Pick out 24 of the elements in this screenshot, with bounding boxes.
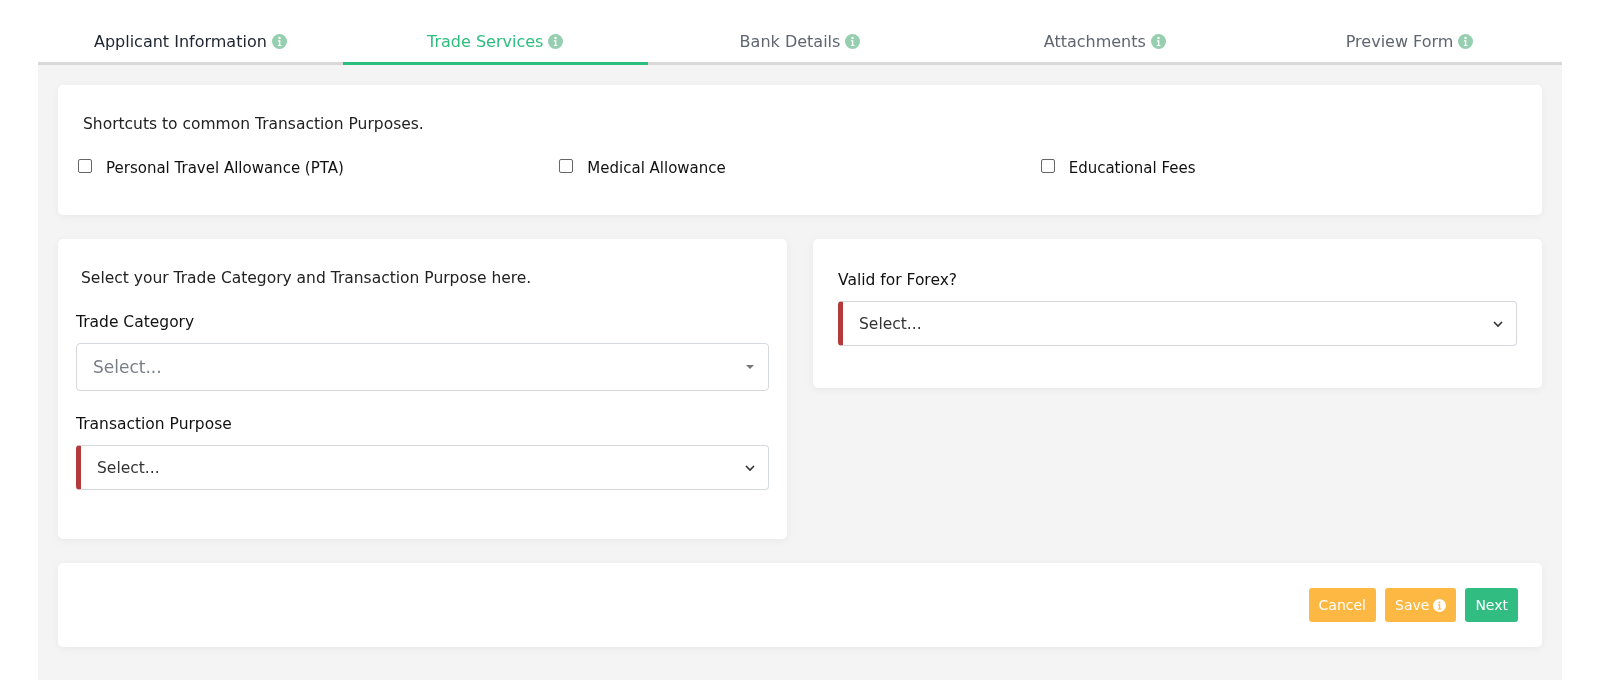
checkbox[interactable] — [559, 159, 574, 173]
select-field[interactable]: Select... — [76, 343, 769, 391]
checkbox[interactable] — [1040, 159, 1055, 173]
field-label: Transaction Purpose — [76, 415, 233, 433]
card-title: Shortcuts to common Transaction Purposes. — [82, 115, 425, 133]
info-icon — [1433, 598, 1447, 612]
select-field[interactable]: Select... — [838, 301, 1517, 346]
checkbox-label[interactable]: Educational Fees — [1068, 159, 1196, 177]
field-label: Trade Category — [76, 313, 196, 331]
select-field[interactable]: Select... — [76, 445, 769, 490]
info-icon — [1150, 33, 1166, 49]
info-icon — [845, 33, 861, 49]
checkbox-label[interactable]: Medical Allowance — [587, 159, 726, 177]
info-icon — [548, 33, 564, 49]
info-icon — [271, 33, 287, 49]
info-icon — [1458, 33, 1474, 49]
card-title: Select your Trade Category and Transaction Purpose here. — [80, 269, 533, 287]
tab[interactable]: Bank Details — [647, 0, 953, 65]
tab[interactable]: Applicant Information — [38, 0, 343, 65]
field-label: Valid for Forex? — [838, 271, 959, 289]
tab[interactable]: Preview Form — [1257, 0, 1562, 65]
checkbox-label[interactable]: Personal Travel Allowance (PTA) — [106, 159, 344, 177]
checkbox[interactable] — [78, 159, 92, 173]
tab[interactable]: Attachments — [952, 0, 1258, 65]
